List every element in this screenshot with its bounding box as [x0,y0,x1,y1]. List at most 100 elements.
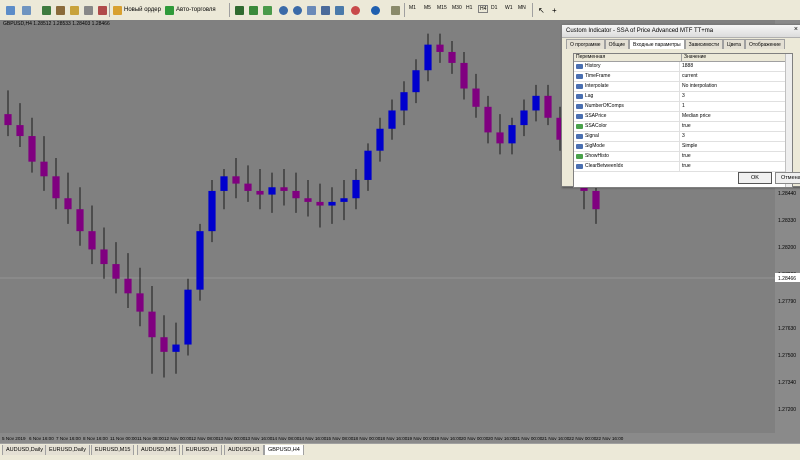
autoscroll-button[interactable] [333,3,346,17]
param-value[interactable]: current [680,72,698,81]
new-order-button[interactable]: Новый ордер [111,3,163,17]
timeframe-m30[interactable]: M30 [452,5,462,11]
tab-common[interactable]: Общие [604,39,630,49]
table-row[interactable]: Signal 3 [574,132,792,142]
ok-button[interactable]: OK [738,172,772,184]
param-type-icon [576,124,583,129]
candle-body [508,125,516,144]
param-name: SSAPrice [585,113,607,119]
bar-chart-button[interactable] [233,3,246,17]
candle-body [532,95,540,111]
market-watch-button[interactable] [40,3,53,17]
table-row[interactable]: Interpolate No interpolation [574,82,792,92]
tab-dependencies[interactable]: Зависимости [684,39,724,49]
timeframe-h1[interactable]: H1 [466,5,472,11]
candle-body [136,293,144,312]
cursor-button[interactable]: ↖ [536,3,547,17]
table-row[interactable]: Lag 3 [574,92,792,102]
param-type-icon [576,64,583,69]
param-value[interactable]: true [680,152,691,161]
table-header: Переменная Значение [574,54,792,62]
time-label: 18 Nov 00:00 [353,436,381,441]
candle-body [160,337,168,352]
param-value[interactable]: true [680,122,691,131]
timeframe-h4[interactable]: H4 [478,5,489,13]
new-chart-button[interactable] [4,3,17,17]
timeframe-m1[interactable]: M1 [409,5,416,11]
data-window-button[interactable] [54,3,67,17]
table-scrollbar[interactable] [785,54,792,187]
zoom-in-button[interactable] [277,3,290,17]
chart-shift-icon [321,5,330,15]
terminal-icon [84,5,93,15]
table-row[interactable]: SigMode Simple [574,142,792,152]
timeframe-d1[interactable]: D1 [491,5,497,11]
crosshair-button[interactable]: + [550,3,559,17]
tab-visualization[interactable]: Отображение [744,39,785,49]
price-label: 1.27200 [778,407,796,413]
candle-body [112,264,120,279]
tester-button[interactable] [96,3,109,17]
indicators-icon [351,5,360,15]
time-label: 22 Nov 16:00 [596,436,624,441]
periods-button[interactable] [369,3,382,17]
profiles-icon [22,5,31,15]
candlestick-icon [249,5,258,15]
close-icon[interactable]: × [794,26,798,33]
dialog-tabs: О программе Общие Входные параметры Зави… [566,39,785,49]
chart-shift-button[interactable] [319,3,332,17]
tile-windows-icon [307,5,316,15]
candle-body [412,70,420,93]
zoom-out-button[interactable] [291,3,304,17]
terminal-button[interactable] [82,3,95,17]
param-value[interactable]: Simple [680,142,697,151]
line-chart-button[interactable] [261,3,274,17]
price-label: 1.28330 [778,218,796,224]
candle-body [472,88,480,107]
candle-body [88,231,96,250]
navigator-button[interactable] [68,3,81,17]
tab-colors[interactable]: Цвета [723,39,745,49]
timeframe-mn[interactable]: MN [518,5,526,11]
table-row[interactable]: SSAColor true [574,122,792,132]
candle-body [244,183,252,191]
table-row[interactable]: SSAPrice Median price [574,112,792,122]
timeframe-m5[interactable]: M5 [424,5,431,11]
timeframe-w1[interactable]: W1 [505,5,513,11]
table-row[interactable]: TimeFrame current [574,72,792,82]
time-axis: 5 Nov 2019 6 Nov 16:00 7 Nov 16:00 8 Nov 16… [0,433,800,443]
indicators-button[interactable] [349,3,362,17]
tile-windows-button[interactable] [305,3,318,17]
auto-trading-button[interactable]: Авто-торговля [163,3,218,17]
param-value[interactable]: 3 [680,132,685,141]
candle-body [328,201,336,206]
candle-chart-button[interactable] [247,3,260,17]
param-value[interactable]: true [680,162,691,171]
candle-body [4,114,12,126]
timeframe-m15[interactable]: M15 [437,5,447,11]
new-order-label: Новый ордер [124,7,161,13]
col-value: Значение [684,54,707,60]
param-value[interactable]: 1 [680,102,685,111]
table-row[interactable]: NumberOfComps 1 [574,102,792,112]
tab-about[interactable]: О программе [566,39,605,49]
param-value[interactable]: Median price [680,112,711,121]
cancel-button[interactable]: Отмена [775,172,800,184]
param-value[interactable]: 1888 [680,62,693,71]
param-type-icon [576,74,583,79]
time-label: 21 Nov 00:00 [515,436,543,441]
candle-body [76,209,84,232]
profiles-button[interactable] [20,3,33,17]
param-type-icon [576,134,583,139]
param-value[interactable]: No interpolation [680,82,717,91]
param-type-icon [576,154,583,159]
tab-inputs[interactable]: Входные параметры [629,39,685,49]
templates-button[interactable] [389,3,402,17]
candle-body [340,198,348,202]
table-row[interactable]: ShowHisto true [574,152,792,162]
param-value[interactable]: 3 [680,92,685,101]
table-row[interactable]: History 1888 [574,62,792,72]
crosshair-icon: + [552,5,557,15]
table-row[interactable]: ClearBetweenIdx true [574,162,792,172]
line-chart-icon [263,5,272,15]
